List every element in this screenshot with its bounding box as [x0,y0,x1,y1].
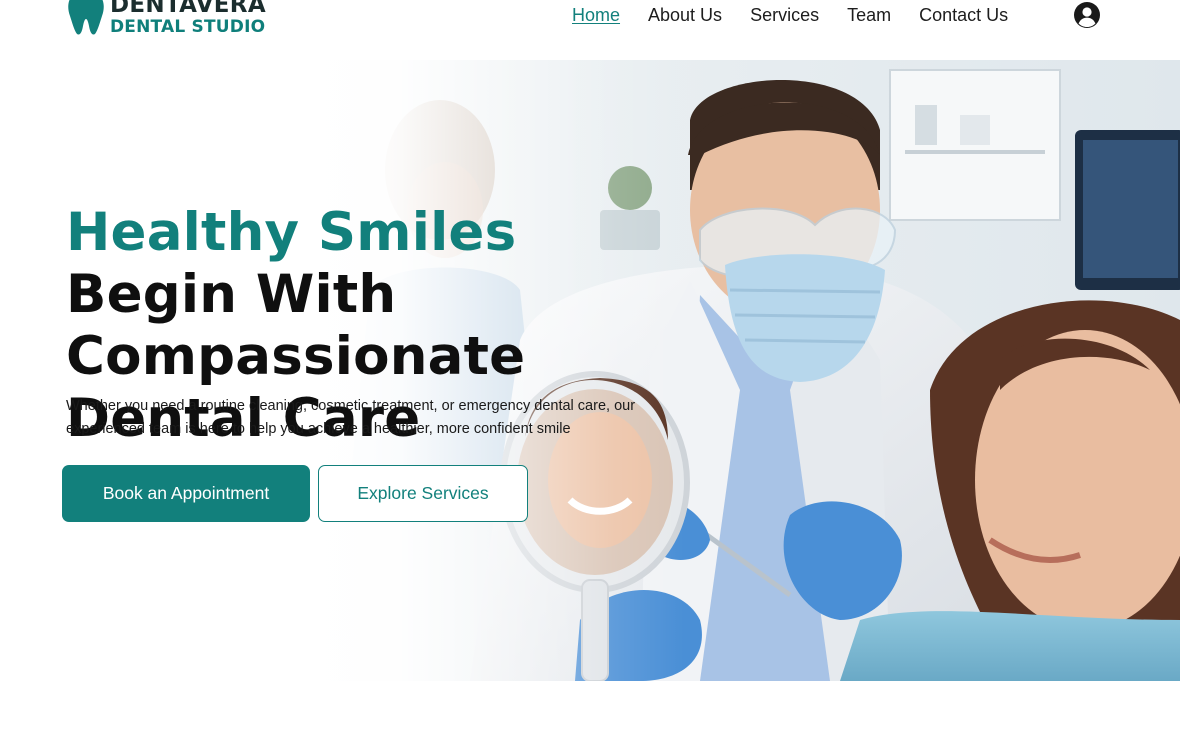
tooth-icon [68,0,104,35]
brand-logo[interactable]: DENTAVERA DENTAL STUDIO [66,0,266,37]
book-appointment-button[interactable]: Book an Appointment [62,465,310,522]
nav-item-home[interactable]: Home [572,5,620,25]
main-nav: Home About Us Services Team Contact Us [572,5,1036,25]
explore-services-button[interactable]: Explore Services [318,465,528,522]
hero-subtitle: Whether you need a routine cleaning, cos… [66,398,636,437]
hero-heading-accent: Healthy Smiles [66,202,517,263]
site-header: DENTAVERA DENTAL STUDIO Home About Us Se… [0,0,1180,60]
nav-item-contact-us[interactable]: Contact Us [919,5,1008,25]
user-account-icon[interactable] [1074,2,1100,28]
nav-item-about-us[interactable]: About Us [648,5,722,25]
brand-tagline: DENTAL STUDIO [110,17,266,37]
hero-section: Healthy Smiles Begin With Compassionate … [0,60,1180,681]
nav-item-services[interactable]: Services [750,5,819,25]
nav-item-team[interactable]: Team [847,5,891,25]
next-section [0,681,1180,736]
brand-name: DENTAVERA [110,0,266,18]
